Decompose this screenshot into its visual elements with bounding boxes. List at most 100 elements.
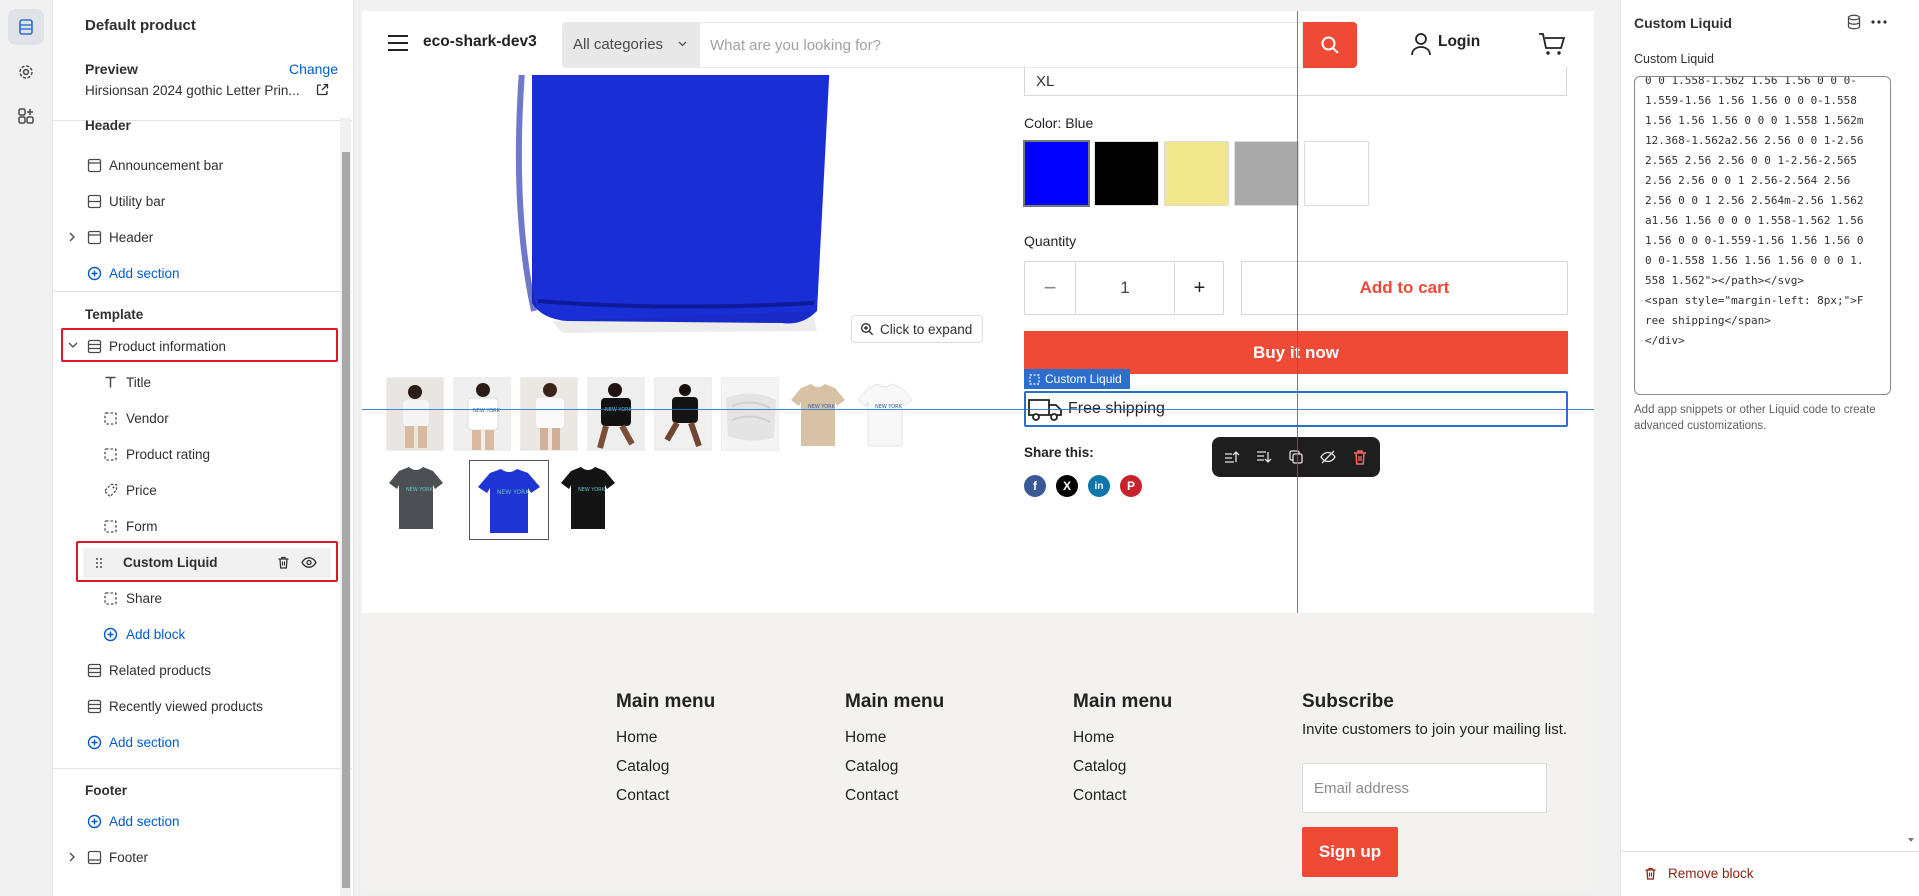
hide-eye-icon[interactable] [1319,448,1337,466]
footer-link-home[interactable]: Home [616,729,657,747]
chevron-right-icon[interactable] [68,852,76,862]
chevron-right-icon[interactable] [68,232,76,242]
external-link-icon[interactable] [316,83,329,96]
product-thumbnail[interactable] [721,377,779,451]
facebook-icon[interactable]: f [1024,475,1046,497]
click-to-expand-button[interactable]: Click to expand [851,315,983,343]
change-preview-link[interactable]: Change [289,61,338,77]
block-price[interactable]: Price [53,476,343,506]
custom-liquid-tag[interactable]: Custom Liquid [1024,369,1130,389]
footer-link-catalog[interactable]: Catalog [845,758,898,776]
login-link[interactable]: Login [1438,33,1480,51]
block-vendor[interactable]: Vendor [53,404,343,434]
settings-gear-icon[interactable] [8,54,44,90]
swatch-gray[interactable] [1234,141,1299,206]
footer-link-contact[interactable]: Contact [845,787,898,805]
more-options-icon[interactable] [1871,20,1887,24]
product-thumbnail-selected[interactable]: NEW YORK [469,460,549,540]
preview-product-name: Hirsionsan 2024 gothic Letter Prin... [85,83,300,98]
store-brand[interactable]: eco-shark-dev3 [423,33,537,51]
block-title[interactable]: Title [53,368,343,398]
product-thumbnail[interactable]: NEW YORK [386,460,444,534]
email-input[interactable]: Email address [1302,763,1547,813]
swatch-khaki[interactable] [1164,141,1229,206]
section-footer[interactable]: Footer [53,843,343,873]
footer-link-catalog[interactable]: Catalog [1073,758,1126,776]
section-announcement-bar[interactable]: Announcement bar [53,151,343,181]
add-to-cart-button[interactable]: Add to cart [1241,261,1568,315]
section-recently-viewed[interactable]: Recently viewed products [53,692,343,722]
block-floating-toolbar [1212,437,1380,477]
move-down-icon[interactable] [1255,448,1273,466]
block-form[interactable]: Form [53,512,343,542]
plus-circle-icon [87,735,102,750]
section-utility-bar[interactable]: Utility bar [53,187,343,217]
product-thumbnail[interactable]: NEW YORK [855,377,913,451]
block-label: Product rating [126,447,211,462]
swatch-white[interactable] [1304,141,1369,206]
pinterest-icon[interactable]: P [1120,475,1142,497]
subscribe-text: Invite customers to join your mailing li… [1302,721,1568,738]
add-section-template[interactable]: Add section [53,728,343,758]
code-content: 0 0 1.558-1.562 1.56 1.56 0 0 0-1.559-1.… [1645,76,1864,347]
add-section-footer[interactable]: Add section [53,807,343,837]
product-thumbnail[interactable]: NEW YORK [453,377,511,451]
user-icon[interactable] [1410,32,1432,56]
quantity-increase-button[interactable]: + [1174,262,1224,314]
block-product-rating[interactable]: Product rating [53,440,343,470]
database-icon[interactable] [1847,14,1861,30]
footer-link-home[interactable]: Home [1073,729,1114,747]
sidebar-scroll-thumb[interactable] [342,152,350,888]
hamburger-menu-icon[interactable] [387,34,409,52]
move-up-icon[interactable] [1223,448,1241,466]
sign-up-button[interactable]: Sign up [1302,827,1398,877]
scroll-down-arrow-icon[interactable] [1907,837,1915,843]
chevron-down-icon[interactable] [68,341,78,349]
delete-trash-icon[interactable] [1351,448,1369,466]
section-related-products[interactable]: Related products [53,656,343,686]
duplicate-icon[interactable] [1287,448,1305,466]
search-input[interactable]: What are you looking for? [699,22,1303,68]
block-label: Vendor [126,411,169,426]
editor-icon-rail [0,0,53,896]
footer-link-catalog[interactable]: Catalog [616,758,669,776]
section-header[interactable]: Header [53,223,343,253]
sections-icon[interactable] [8,9,44,45]
linkedin-icon[interactable]: in [1088,475,1110,497]
block-share[interactable]: Share [53,584,343,614]
product-thumbnail[interactable] [654,377,712,451]
add-section-header[interactable]: Add section [53,259,343,289]
product-thumbnail[interactable] [520,377,578,451]
section-product-information[interactable]: Product information [53,332,343,362]
custom-liquid-code-editor[interactable]: 0 0 1.558-1.562 1.56 1.56 0 0 0-1.559-1.… [1634,76,1891,395]
apps-icon[interactable] [8,98,44,134]
footer-link-contact[interactable]: Contact [1073,787,1126,805]
quantity-input[interactable]: 1 [1076,262,1174,314]
footer-link-home[interactable]: Home [845,729,886,747]
product-thumbnail[interactable]: NEW YORK [788,377,846,451]
drag-handle-icon[interactable] [95,557,103,569]
svg-text:NEW YORK: NEW YORK [578,487,606,493]
section-label: Related products [109,663,212,678]
section-label: Header [109,230,154,245]
swatch-blue[interactable] [1023,140,1090,207]
x-twitter-icon[interactable]: X [1056,475,1078,497]
product-thumbnail[interactable]: NEW YORK [587,377,645,451]
trash-icon[interactable] [276,555,291,570]
eye-icon[interactable] [301,555,317,570]
store-preview: eco-shark-dev3 All categories What are y… [362,11,1594,891]
add-block-button[interactable]: Add block [53,620,343,650]
size-select[interactable]: XL [1024,66,1567,96]
cart-icon[interactable] [1538,32,1566,56]
block-custom-liquid[interactable]: Custom Liquid [83,548,331,578]
buy-it-now-button[interactable]: Buy it now [1024,331,1568,374]
swatch-black[interactable] [1094,141,1159,206]
remove-block-button[interactable]: Remove block [1643,866,1754,881]
product-thumbnail[interactable] [386,377,444,451]
svg-text:NEW YORK: NEW YORK [406,487,434,493]
category-select[interactable]: All categories [562,22,699,68]
quantity-decrease-button[interactable]: − [1025,262,1076,314]
product-thumbnail[interactable]: NEW YORK [558,460,616,534]
search-button[interactable] [1303,22,1357,68]
footer-link-contact[interactable]: Contact [616,787,669,805]
